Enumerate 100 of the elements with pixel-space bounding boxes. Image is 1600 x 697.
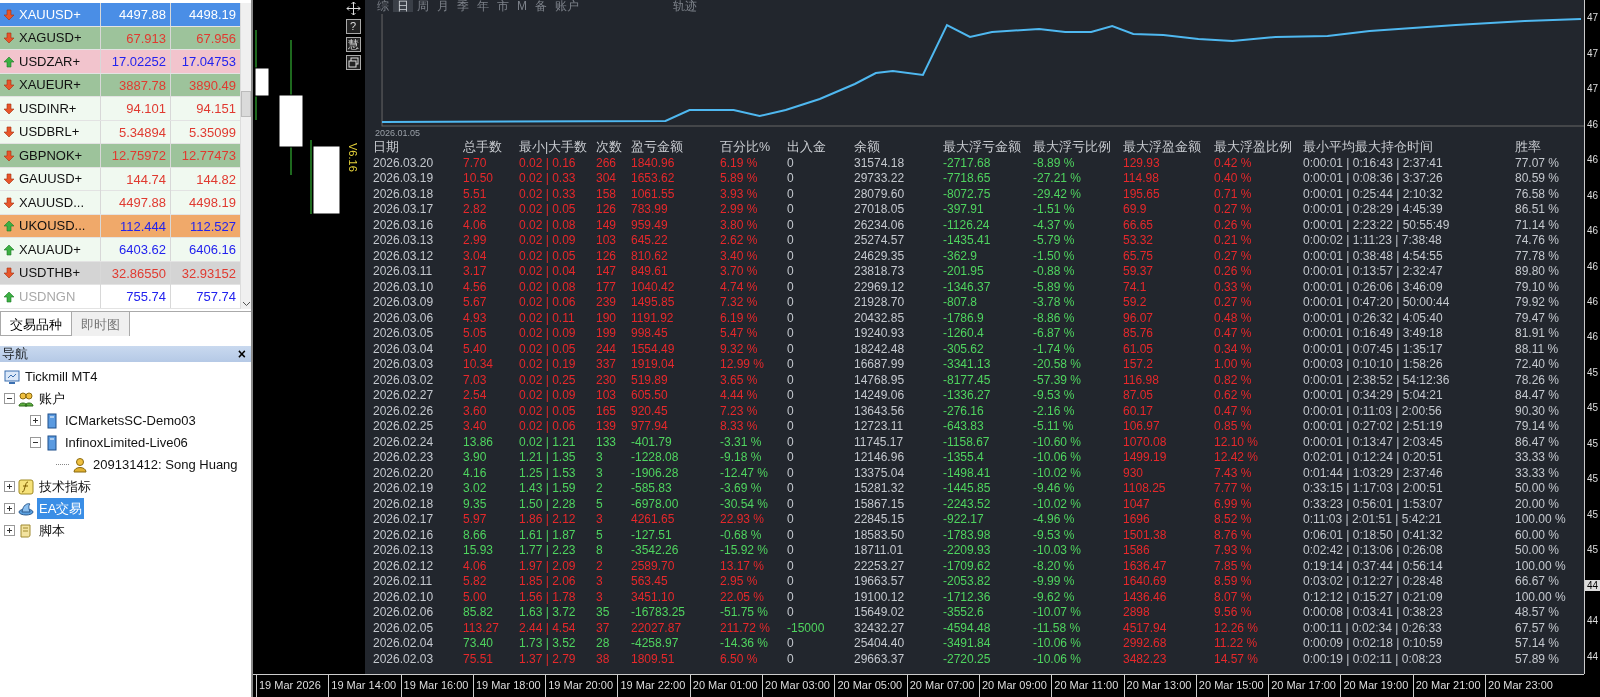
symbol-row[interactable]: GAUUSD+ 144.74 144.82 (0, 167, 240, 191)
table-cell-text: 0 (787, 217, 795, 233)
table-cell-text: 0.42 % (1214, 155, 1253, 171)
table-cell-text: 2026.03.02 (373, 372, 435, 388)
table-cell-text: 0.02 | 0.16 (519, 155, 577, 171)
table-cell-text: 33.33 % (1515, 450, 1561, 466)
table-cell-text: 2026.03.12 (373, 248, 435, 264)
period-tab[interactable]: 月 (433, 0, 453, 12)
table-cell-text: -8072.75 (943, 186, 992, 202)
tool-button[interactable]: ? (345, 19, 361, 34)
tree-item[interactable]: 技术指标 (37, 475, 93, 498)
table-cell-text: 0 (787, 496, 795, 512)
table-cell-text: -5.79 % (1033, 233, 1076, 249)
plus-icon[interactable] (4, 525, 15, 536)
time-label: 20 Mar 03:00 (762, 675, 835, 697)
tool-button[interactable]: 慧 (345, 37, 361, 52)
price-label: 45 (1586, 366, 1600, 378)
table-cell-text: 2026.03.19 (373, 171, 435, 187)
table-cell-text: 2.62 % (720, 233, 759, 249)
tree-item[interactable]: 账户 (37, 387, 67, 410)
table-cell-text: 5 (596, 496, 604, 512)
table-cell-text: 12.26 % (1214, 620, 1260, 636)
table-cell-text: -2720.25 (943, 651, 992, 667)
period-tab[interactable]: 综 (373, 0, 393, 12)
table-cell-text: -3542.26 (631, 543, 680, 559)
table-cell-text: 266 (596, 155, 618, 171)
table-cell-text: 0:00:01 | 0:16:43 | 2:37:41 (1303, 155, 1444, 171)
symbol-row[interactable]: XAUEUR+ 3887.78 3890.49 (0, 73, 240, 97)
symbol-row[interactable]: USDINR+ 94.101 94.151 (0, 97, 240, 121)
table-cell-text: 74.1 (1123, 279, 1148, 295)
table-cell-text: 22.93 % (720, 512, 766, 528)
symbol-row[interactable]: GBPNOK+ 12.75972 12.77473 (0, 144, 240, 168)
symbol-row[interactable]: XAUUSD... 4497.88 4498.19 (0, 191, 240, 215)
plus-icon[interactable] (30, 415, 41, 426)
table-cell-text: 29663.37 (854, 651, 906, 667)
table-cell-text: 15281.32 (854, 481, 906, 497)
chevron-down-icon[interactable] (241, 300, 251, 307)
table-cell-text: -15.92 % (720, 543, 770, 559)
symbol-row[interactable]: USDNGN 755.74 757.74 (0, 285, 240, 309)
close-button[interactable]: × (234, 346, 249, 361)
move-icon[interactable] (345, 1, 361, 16)
bid-price: 3887.78 (100, 73, 170, 97)
period-tab[interactable]: 账户 (551, 0, 583, 12)
tree-item[interactable]: ICMarketsSC-Demo03 (63, 409, 198, 432)
tree-item[interactable]: Tickmill MT4 (23, 365, 100, 388)
table-cell-text: 1.86 | 2.12 (519, 512, 577, 528)
table-cell-text: 0.02 | 0.08 (519, 279, 577, 295)
table-cell-text: 3 (596, 450, 604, 466)
table-cell-text: 2.54 (463, 388, 488, 404)
symbol-row[interactable]: USDBRL+ 5.34894 5.35099 (0, 120, 240, 144)
period-tab[interactable]: 季 (453, 0, 473, 12)
hat-icon (18, 500, 34, 517)
table-cell-text: 1499.19 (1123, 450, 1168, 466)
table-cell-text: 1653.62 (631, 171, 676, 187)
table-cell-text: 0:00:02 | 1:11:23 | 7:38:48 (1303, 233, 1443, 249)
plus-icon[interactable] (4, 503, 15, 514)
table-cell-text: 2026.03.09 (373, 295, 435, 311)
period-tab[interactable]: 周 (413, 0, 433, 12)
table-cell-text: 0:00:01 | 0:25:44 | 2:10:32 (1303, 186, 1444, 202)
tree-item[interactable]: InfinoxLimited-Live06 (63, 431, 190, 454)
symbol-row[interactable]: XAGUSD+ 67.913 67.956 (0, 26, 240, 50)
tree-item[interactable]: 209131412: Song Huang (91, 453, 240, 476)
plus-icon[interactable] (4, 481, 15, 492)
scrollbar-thumb[interactable] (241, 91, 251, 117)
table-cell-text: -305.62 (943, 341, 985, 357)
table-cell-text: 2026.03.06 (373, 310, 435, 326)
bid-price: 67.913 (100, 26, 170, 50)
symbol-row[interactable]: XAUAUD+ 6403.62 6406.16 (0, 238, 240, 262)
symbol-name: USDTHB+ (19, 264, 81, 283)
table-cell-text: 25404.40 (854, 636, 906, 652)
symbol-name: XAUEUR+ (19, 76, 81, 95)
period-tab[interactable]: 年 (473, 0, 493, 12)
minus-icon[interactable] (30, 437, 41, 448)
table-cell-text: -1.74 % (1033, 341, 1076, 357)
period-tab[interactable]: M (513, 0, 531, 12)
minus-icon[interactable] (4, 393, 15, 404)
panel-tab[interactable]: 交易品种 (0, 311, 72, 336)
period-tab[interactable]: 市 (493, 0, 513, 12)
table-cell-text: 85.76 (1123, 326, 1155, 342)
period-tab[interactable]: 备 (531, 0, 551, 12)
table-cell-text: 7.85 % (1214, 558, 1253, 574)
period-tab[interactable]: 日 (393, 0, 413, 12)
table-cell-text: -201.95 (943, 264, 985, 280)
table-cell-text: 605.50 (631, 388, 669, 404)
panel-tab[interactable]: 即时图 (72, 311, 130, 336)
restore-icon[interactable] (345, 55, 361, 70)
table-cell-text: -10.07 % (1033, 605, 1083, 621)
table-cell-text: -8.20 % (1033, 558, 1076, 574)
table-cell-text: 10.50 (463, 171, 495, 187)
symbol-row[interactable]: UKOUSD... 112.444 112.527 (0, 214, 240, 238)
table-cell-text: 133 (596, 434, 618, 450)
period-tab[interactable]: 轨迹 (669, 0, 701, 12)
symbol-row[interactable]: USDTHB+ 32.86550 32.93152 (0, 261, 240, 285)
table-cell-text: 4.74 % (720, 279, 759, 295)
table-cell-text: 35 (596, 605, 611, 621)
bid-price: 17.02252 (100, 50, 170, 73)
tree-item[interactable]: 脚本 (37, 519, 67, 542)
symbol-row[interactable]: USDZAR+ 17.02252 17.04753 (0, 50, 240, 74)
time-label: 20 Mar 17:00 (1268, 675, 1341, 697)
scrollbar[interactable] (240, 3, 251, 309)
